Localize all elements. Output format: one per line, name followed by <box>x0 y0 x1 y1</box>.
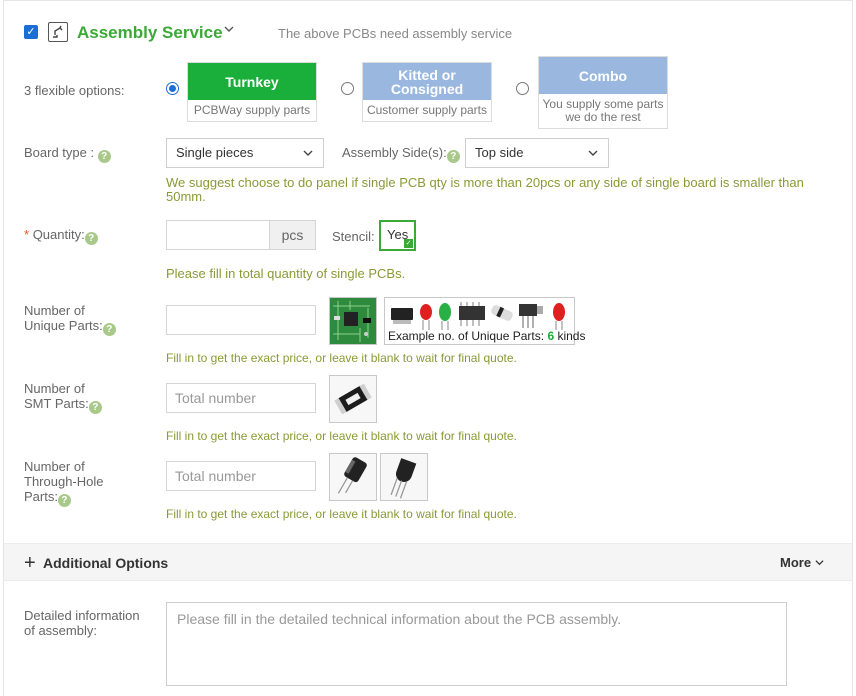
flexible-options-label: 3 flexible options: <box>24 83 125 98</box>
option-combo-title: Combo <box>539 57 667 94</box>
board-type-label: Board type : ? <box>24 145 111 163</box>
assembly-side-label-text: Assembly Side(s): <box>342 145 447 160</box>
unique-parts-input[interactable] <box>166 305 316 335</box>
through-hole-label-line3: Parts: <box>24 489 58 504</box>
option-combo-card[interactable]: Combo You supply some parts we do the re… <box>538 56 668 129</box>
board-type-hint: We suggest choose to do panel if single … <box>166 175 804 204</box>
example-suffix: kinds <box>557 329 586 343</box>
help-icon[interactable]: ? <box>84 232 98 245</box>
option-combo-sub: You supply some parts we do the rest <box>539 94 667 124</box>
stencil-label: Stencil: <box>332 229 375 244</box>
option-kitted-title-line2: Consigned <box>390 80 464 97</box>
help-icon[interactable]: ? <box>102 323 116 336</box>
required-mark: * <box>24 227 30 242</box>
unique-parts-example: Example no. of Unique Parts: 6 kinds <box>384 297 585 345</box>
quantity-label: * Quantity:? <box>24 227 98 245</box>
help-icon[interactable]: ? <box>446 150 460 163</box>
smt-parts-input[interactable]: Total number <box>166 383 316 413</box>
quantity-input[interactable] <box>166 220 270 250</box>
unique-parts-label-line2: Unique Parts: <box>24 318 103 333</box>
unique-parts-label-line1: Number of <box>24 303 85 318</box>
option-kitted-sub: Customer supply parts <box>366 103 488 117</box>
help-icon[interactable]: ? <box>57 494 71 507</box>
assembly-service-checkbox[interactable]: ✓ <box>24 25 38 39</box>
capacitor-icon <box>329 453 377 501</box>
page-title: Assembly Service <box>77 23 223 42</box>
through-hole-label-line1: Number of <box>24 459 85 474</box>
help-icon[interactable]: ? <box>88 401 102 414</box>
chevron-down-icon <box>303 139 313 179</box>
smt-parts-label-line1: Number of <box>24 381 85 396</box>
quantity-label-text: Quantity: <box>32 227 85 242</box>
chevron-down-icon[interactable] <box>224 24 234 37</box>
option-combo-radio[interactable] <box>516 82 529 95</box>
quantity-hint: Please fill in total quantity of single … <box>166 266 406 281</box>
chevron-down-icon <box>815 560 824 566</box>
board-type-select[interactable]: Single pieces <box>166 138 324 168</box>
smt-parts-label-line2: SMT Parts: <box>24 396 89 411</box>
assembly-robot-icon <box>48 22 68 42</box>
additional-options-title: Additional Options <box>43 555 169 571</box>
option-turnkey-sub: PCBWay supply parts <box>193 103 311 117</box>
unique-parts-label: Number of Unique Parts:? <box>24 303 116 336</box>
option-kitted-title: Kitted or Consigned <box>363 63 491 100</box>
example-prefix: Example no. of Unique Parts: <box>388 329 545 343</box>
additional-options-bar[interactable]: + Additional Options More <box>4 543 852 581</box>
option-combo-sub-line2: we do the rest <box>565 110 641 124</box>
plus-icon: + <box>24 552 36 574</box>
assembly-side-value: Top side <box>475 145 524 160</box>
components-icon <box>391 302 565 330</box>
assembly-service-note: The above PCBs need assembly service <box>278 26 513 41</box>
option-kitted-title-line1: Kitted or <box>398 66 456 83</box>
smt-parts-label: Number of SMT Parts:? <box>24 381 102 414</box>
option-kitted-card[interactable]: Kitted or Consigned Customer supply part… <box>362 62 492 122</box>
option-kitted-radio[interactable] <box>341 82 354 95</box>
detailed-info-label: Detailed information of assembly: <box>24 608 140 638</box>
board-type-value: Single pieces <box>176 145 254 160</box>
through-hole-label: Number of Through-Hole Parts:? <box>24 459 104 507</box>
through-hole-hint: Fill in to get the exact price, or leave… <box>166 507 517 521</box>
detailed-info-textarea[interactable]: Please fill in the detailed technical in… <box>166 602 787 686</box>
pcb-board-image <box>329 297 377 345</box>
option-turnkey-radio[interactable] <box>166 82 179 95</box>
smt-resistor-icon <box>329 375 377 423</box>
unique-parts-hint: Fill in to get the exact price, or leave… <box>166 351 517 365</box>
more-toggle[interactable]: More <box>780 555 824 570</box>
through-hole-input[interactable]: Total number <box>166 461 316 491</box>
option-turnkey-title: Turnkey <box>188 63 316 100</box>
through-hole-label-line2: Through-Hole <box>24 474 104 489</box>
detailed-info-label-line1: Detailed information <box>24 608 140 623</box>
chevron-down-icon <box>588 139 598 179</box>
assembly-side-label: Assembly Side(s):? <box>342 145 460 163</box>
smt-parts-hint: Fill in to get the exact price, or leave… <box>166 429 517 443</box>
help-icon[interactable]: ? <box>97 150 111 163</box>
transistor-icon <box>380 453 428 501</box>
option-turnkey-card[interactable]: Turnkey PCBWay supply parts <box>187 62 317 122</box>
assembly-side-select[interactable]: Top side <box>465 138 609 168</box>
quantity-unit: pcs <box>269 220 316 250</box>
check-icon: ✓ <box>404 239 413 248</box>
detailed-info-label-line2: of assembly: <box>24 623 97 638</box>
stencil-yes-option[interactable]: Yes ✓ <box>379 220 416 251</box>
example-count: 6 <box>547 329 555 343</box>
unique-parts-example-caption: Example no. of Unique Parts: 6 kinds <box>388 329 585 343</box>
more-label: More <box>780 555 812 570</box>
board-type-label-text: Board type : <box>24 145 95 160</box>
